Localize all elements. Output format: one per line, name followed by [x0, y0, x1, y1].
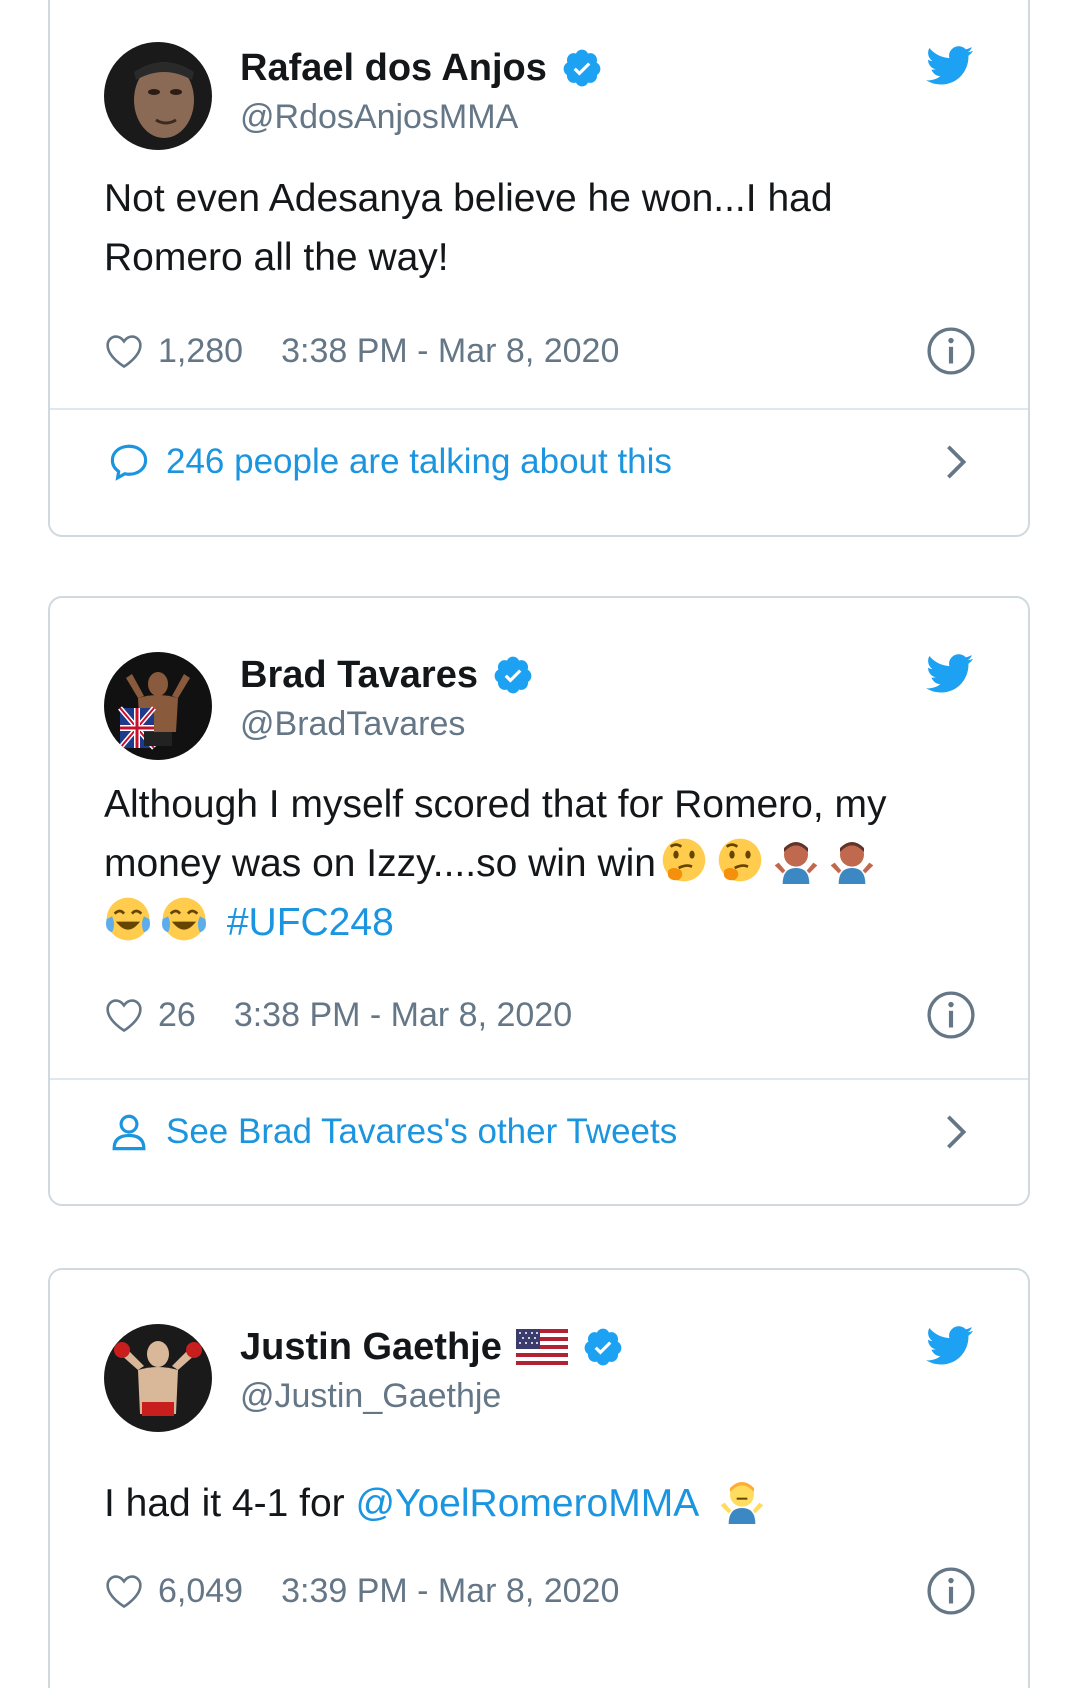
talking-about-link[interactable]: 246 people are talking about this [108, 432, 968, 492]
author-handle[interactable]: @BradTavares [240, 705, 465, 744]
tweet-text: I had it 4-1 for @YoelRomeroMMA [104, 1474, 968, 1533]
like-count: 6,049 [158, 1571, 244, 1610]
avatar[interactable] [104, 652, 212, 760]
thinking-face-icon [662, 838, 706, 882]
chevron-right-icon [947, 445, 967, 479]
face-with-tears-of-joy-icon [106, 897, 150, 941]
like-count: 26 [158, 995, 196, 1034]
info-icon[interactable] [926, 1566, 976, 1616]
person-shrugging-icon [830, 842, 874, 884]
tweet-meta: 6,049 3:39 PM - Mar 8, 2020 [104, 1566, 619, 1616]
thinking-face-icon [718, 838, 762, 882]
twitter-bird-icon[interactable] [926, 654, 974, 694]
tweet-card-rafael: Rafael dos Anjos @RdosAnjosMMA Not even … [48, 0, 1030, 537]
tweet-text: Although I myself scored that for Romero… [104, 775, 968, 952]
tweet-card-justin: Justin Gaethje @Justin_Gaethje I had it … [48, 1268, 1030, 1688]
author-handle[interactable]: @RdosAnjosMMA [240, 98, 518, 137]
verified-badge-icon [563, 49, 601, 87]
face-with-tears-of-joy-icon [162, 897, 206, 941]
tweet-text-fragment: money was on Izzy....so win win [104, 842, 656, 885]
avatar[interactable] [104, 42, 212, 150]
tweet-text-line: Not even Adesanya believe he won...I had [104, 177, 833, 220]
tweet-text-fragment: I had it 4-1 for [104, 1482, 356, 1525]
twitter-bird-icon[interactable] [926, 1326, 974, 1366]
info-icon[interactable] [926, 990, 976, 1040]
tweet-timestamp[interactable]: 3:38 PM - Mar 8, 2020 [281, 332, 619, 371]
us-flag-icon [515, 1329, 568, 1365]
person-shrugging-icon [774, 842, 818, 884]
verified-badge-icon [584, 1328, 622, 1366]
avatar[interactable] [104, 1324, 212, 1432]
author-name-row: Brad Tavares [240, 650, 534, 700]
person-icon [112, 1114, 146, 1151]
heart-icon[interactable] [104, 333, 144, 369]
verified-badge-icon [494, 656, 532, 694]
author-name[interactable]: Justin Gaethje [240, 1326, 502, 1369]
mention-link[interactable]: @YoelRomeroMMA [355, 1482, 697, 1525]
tweet-card-brad: Brad Tavares @BradTavares Although I mys… [48, 596, 1030, 1206]
tweet-timestamp[interactable]: 3:39 PM - Mar 8, 2020 [281, 1572, 619, 1611]
author-name-row: Rafael dos Anjos [240, 43, 603, 93]
tweet-text-line: Romero all the way! [104, 236, 449, 279]
author-name-row: Justin Gaethje [240, 1322, 624, 1372]
tweet-text-line: #UFC248 [104, 893, 968, 952]
chevron-right-icon [947, 1115, 967, 1149]
divider [50, 1078, 1028, 1080]
tweet-text: Not even Adesanya believe he won...I had… [104, 169, 968, 287]
speech-bubble-icon [110, 444, 148, 481]
tweet-text-line: Although I myself scored that for Romero… [104, 783, 887, 826]
heart-icon[interactable] [104, 1573, 144, 1609]
author-name[interactable]: Brad Tavares [240, 654, 478, 697]
tweet-meta: 1,280 3:38 PM - Mar 8, 2020 [104, 326, 619, 376]
tweet-timestamp[interactable]: 3:38 PM - Mar 8, 2020 [234, 996, 572, 1035]
footer-label: 246 people are talking about this [166, 442, 672, 481]
info-icon[interactable] [926, 326, 976, 376]
tweet-meta: 26 3:38 PM - Mar 8, 2020 [104, 990, 572, 1040]
like-count: 1,280 [158, 331, 244, 370]
twitter-bird-icon[interactable] [926, 46, 974, 86]
author-name[interactable]: Rafael dos Anjos [240, 47, 547, 90]
author-handle[interactable]: @Justin_Gaethje [240, 1377, 501, 1416]
other-tweets-link[interactable]: See Brad Tavares's other Tweets [108, 1102, 968, 1162]
hashtag-link[interactable]: #UFC248 [227, 901, 394, 944]
divider [50, 408, 1028, 410]
tweet-text-line: money was on Izzy....so win win [104, 834, 968, 893]
footer-label: See Brad Tavares's other Tweets [166, 1112, 678, 1151]
heart-icon[interactable] [104, 997, 144, 1033]
person-shrugging-icon [720, 1482, 764, 1524]
